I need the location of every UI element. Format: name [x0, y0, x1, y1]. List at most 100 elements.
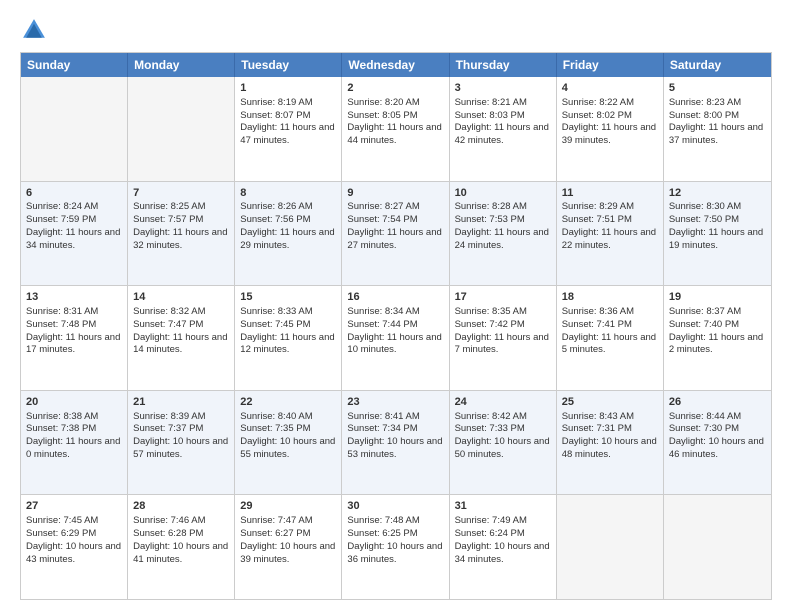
day-info: Sunrise: 8:28 AM Sunset: 7:53 PM Dayligh…: [455, 201, 549, 250]
day-info: Sunrise: 7:48 AM Sunset: 6:25 PM Dayligh…: [347, 515, 442, 564]
day-number: 25: [562, 395, 658, 410]
day-number: 10: [455, 186, 551, 201]
weekday-header-monday: Monday: [128, 53, 235, 77]
day-info: Sunrise: 8:22 AM Sunset: 8:02 PM Dayligh…: [562, 97, 656, 146]
day-info: Sunrise: 8:27 AM Sunset: 7:54 PM Dayligh…: [347, 201, 441, 250]
day-cell-27: 27Sunrise: 7:45 AM Sunset: 6:29 PM Dayli…: [21, 495, 128, 599]
day-number: 1: [240, 81, 336, 96]
day-number: 2: [347, 81, 443, 96]
day-info: Sunrise: 8:36 AM Sunset: 7:41 PM Dayligh…: [562, 306, 656, 355]
logo-icon: [20, 16, 48, 44]
day-number: 30: [347, 499, 443, 514]
day-number: 8: [240, 186, 336, 201]
day-number: 15: [240, 290, 336, 305]
day-cell-14: 14Sunrise: 8:32 AM Sunset: 7:47 PM Dayli…: [128, 286, 235, 390]
day-cell-22: 22Sunrise: 8:40 AM Sunset: 7:35 PM Dayli…: [235, 391, 342, 495]
day-number: 22: [240, 395, 336, 410]
day-cell-3: 3Sunrise: 8:21 AM Sunset: 8:03 PM Daylig…: [450, 77, 557, 181]
day-cell-12: 12Sunrise: 8:30 AM Sunset: 7:50 PM Dayli…: [664, 182, 771, 286]
day-info: Sunrise: 8:19 AM Sunset: 8:07 PM Dayligh…: [240, 97, 334, 146]
day-info: Sunrise: 8:34 AM Sunset: 7:44 PM Dayligh…: [347, 306, 441, 355]
day-info: Sunrise: 8:32 AM Sunset: 7:47 PM Dayligh…: [133, 306, 227, 355]
empty-cell: [664, 495, 771, 599]
day-cell-15: 15Sunrise: 8:33 AM Sunset: 7:45 PM Dayli…: [235, 286, 342, 390]
day-number: 16: [347, 290, 443, 305]
day-number: 12: [669, 186, 766, 201]
day-cell-2: 2Sunrise: 8:20 AM Sunset: 8:05 PM Daylig…: [342, 77, 449, 181]
day-cell-7: 7Sunrise: 8:25 AM Sunset: 7:57 PM Daylig…: [128, 182, 235, 286]
calendar: SundayMondayTuesdayWednesdayThursdayFrid…: [20, 52, 772, 600]
weekday-header-friday: Friday: [557, 53, 664, 77]
day-number: 27: [26, 499, 122, 514]
day-cell-21: 21Sunrise: 8:39 AM Sunset: 7:37 PM Dayli…: [128, 391, 235, 495]
day-info: Sunrise: 8:35 AM Sunset: 7:42 PM Dayligh…: [455, 306, 549, 355]
day-info: Sunrise: 8:33 AM Sunset: 7:45 PM Dayligh…: [240, 306, 334, 355]
day-cell-19: 19Sunrise: 8:37 AM Sunset: 7:40 PM Dayli…: [664, 286, 771, 390]
calendar-header: SundayMondayTuesdayWednesdayThursdayFrid…: [21, 53, 771, 77]
day-cell-25: 25Sunrise: 8:43 AM Sunset: 7:31 PM Dayli…: [557, 391, 664, 495]
day-info: Sunrise: 8:43 AM Sunset: 7:31 PM Dayligh…: [562, 411, 657, 460]
empty-cell: [21, 77, 128, 181]
weekday-header-thursday: Thursday: [450, 53, 557, 77]
day-number: 29: [240, 499, 336, 514]
day-number: 18: [562, 290, 658, 305]
day-cell-1: 1Sunrise: 8:19 AM Sunset: 8:07 PM Daylig…: [235, 77, 342, 181]
day-cell-17: 17Sunrise: 8:35 AM Sunset: 7:42 PM Dayli…: [450, 286, 557, 390]
day-cell-29: 29Sunrise: 7:47 AM Sunset: 6:27 PM Dayli…: [235, 495, 342, 599]
day-number: 23: [347, 395, 443, 410]
day-info: Sunrise: 8:25 AM Sunset: 7:57 PM Dayligh…: [133, 201, 227, 250]
day-cell-11: 11Sunrise: 8:29 AM Sunset: 7:51 PM Dayli…: [557, 182, 664, 286]
day-number: 21: [133, 395, 229, 410]
day-number: 11: [562, 186, 658, 201]
day-cell-5: 5Sunrise: 8:23 AM Sunset: 8:00 PM Daylig…: [664, 77, 771, 181]
day-info: Sunrise: 8:37 AM Sunset: 7:40 PM Dayligh…: [669, 306, 763, 355]
day-info: Sunrise: 8:39 AM Sunset: 7:37 PM Dayligh…: [133, 411, 228, 460]
calendar-row-2: 13Sunrise: 8:31 AM Sunset: 7:48 PM Dayli…: [21, 285, 771, 390]
day-number: 3: [455, 81, 551, 96]
header: [20, 16, 772, 44]
day-cell-8: 8Sunrise: 8:26 AM Sunset: 7:56 PM Daylig…: [235, 182, 342, 286]
day-cell-20: 20Sunrise: 8:38 AM Sunset: 7:38 PM Dayli…: [21, 391, 128, 495]
day-info: Sunrise: 8:26 AM Sunset: 7:56 PM Dayligh…: [240, 201, 334, 250]
day-cell-24: 24Sunrise: 8:42 AM Sunset: 7:33 PM Dayli…: [450, 391, 557, 495]
day-info: Sunrise: 8:44 AM Sunset: 7:30 PM Dayligh…: [669, 411, 764, 460]
logo: [20, 16, 52, 44]
weekday-header-saturday: Saturday: [664, 53, 771, 77]
day-cell-31: 31Sunrise: 7:49 AM Sunset: 6:24 PM Dayli…: [450, 495, 557, 599]
day-number: 13: [26, 290, 122, 305]
calendar-body: 1Sunrise: 8:19 AM Sunset: 8:07 PM Daylig…: [21, 77, 771, 599]
empty-cell: [128, 77, 235, 181]
day-number: 9: [347, 186, 443, 201]
calendar-row-1: 6Sunrise: 8:24 AM Sunset: 7:59 PM Daylig…: [21, 181, 771, 286]
day-cell-6: 6Sunrise: 8:24 AM Sunset: 7:59 PM Daylig…: [21, 182, 128, 286]
day-number: 20: [26, 395, 122, 410]
day-info: Sunrise: 7:47 AM Sunset: 6:27 PM Dayligh…: [240, 515, 335, 564]
day-cell-23: 23Sunrise: 8:41 AM Sunset: 7:34 PM Dayli…: [342, 391, 449, 495]
day-cell-10: 10Sunrise: 8:28 AM Sunset: 7:53 PM Dayli…: [450, 182, 557, 286]
weekday-header-tuesday: Tuesday: [235, 53, 342, 77]
weekday-header-sunday: Sunday: [21, 53, 128, 77]
day-cell-28: 28Sunrise: 7:46 AM Sunset: 6:28 PM Dayli…: [128, 495, 235, 599]
day-info: Sunrise: 8:29 AM Sunset: 7:51 PM Dayligh…: [562, 201, 656, 250]
day-number: 31: [455, 499, 551, 514]
day-info: Sunrise: 7:45 AM Sunset: 6:29 PM Dayligh…: [26, 515, 121, 564]
day-cell-9: 9Sunrise: 8:27 AM Sunset: 7:54 PM Daylig…: [342, 182, 449, 286]
day-cell-30: 30Sunrise: 7:48 AM Sunset: 6:25 PM Dayli…: [342, 495, 449, 599]
page: SundayMondayTuesdayWednesdayThursdayFrid…: [0, 0, 792, 612]
day-info: Sunrise: 8:42 AM Sunset: 7:33 PM Dayligh…: [455, 411, 550, 460]
day-cell-16: 16Sunrise: 8:34 AM Sunset: 7:44 PM Dayli…: [342, 286, 449, 390]
day-number: 28: [133, 499, 229, 514]
day-info: Sunrise: 8:20 AM Sunset: 8:05 PM Dayligh…: [347, 97, 441, 146]
day-number: 5: [669, 81, 766, 96]
day-number: 17: [455, 290, 551, 305]
day-cell-18: 18Sunrise: 8:36 AM Sunset: 7:41 PM Dayli…: [557, 286, 664, 390]
day-info: Sunrise: 8:40 AM Sunset: 7:35 PM Dayligh…: [240, 411, 335, 460]
empty-cell: [557, 495, 664, 599]
day-number: 7: [133, 186, 229, 201]
day-info: Sunrise: 7:46 AM Sunset: 6:28 PM Dayligh…: [133, 515, 228, 564]
calendar-row-4: 27Sunrise: 7:45 AM Sunset: 6:29 PM Dayli…: [21, 494, 771, 599]
day-cell-13: 13Sunrise: 8:31 AM Sunset: 7:48 PM Dayli…: [21, 286, 128, 390]
weekday-header-wednesday: Wednesday: [342, 53, 449, 77]
calendar-row-3: 20Sunrise: 8:38 AM Sunset: 7:38 PM Dayli…: [21, 390, 771, 495]
day-info: Sunrise: 8:38 AM Sunset: 7:38 PM Dayligh…: [26, 411, 120, 460]
